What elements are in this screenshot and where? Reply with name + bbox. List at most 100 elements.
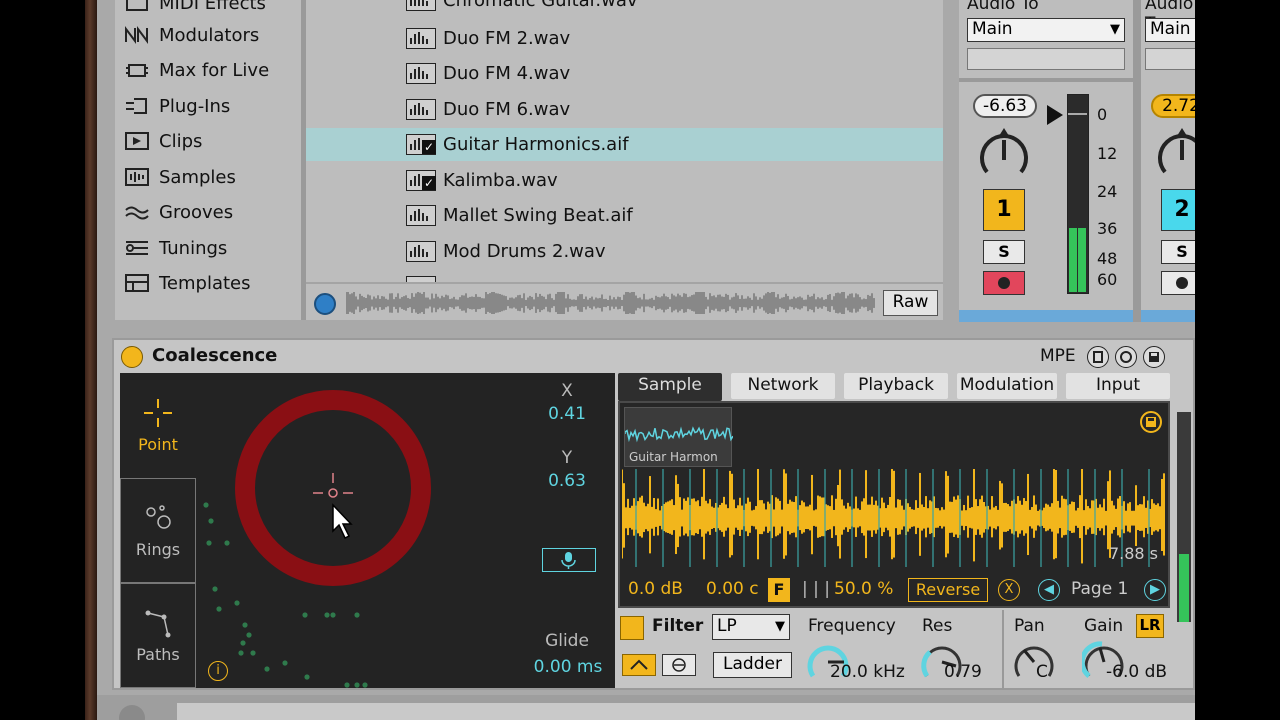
- sample-percent[interactable]: 50.0 %: [834, 579, 893, 599]
- tab-network[interactable]: Network: [731, 373, 835, 399]
- ladder-button[interactable]: Ladder: [713, 652, 792, 678]
- mode-tab-paths[interactable]: Paths: [120, 583, 196, 688]
- y-value[interactable]: 0.63: [540, 471, 594, 491]
- tab-modulation[interactable]: Modulation: [957, 373, 1057, 399]
- preview-waveform[interactable]: [346, 292, 876, 314]
- audio-to-channel-1[interactable]: [967, 48, 1125, 70]
- track-2-solo-button[interactable]: S: [1161, 240, 1195, 264]
- file-row[interactable]: Mod Drums 2.wav: [306, 235, 943, 268]
- sidebar-item-clips[interactable]: Clips: [123, 126, 202, 156]
- status-icon[interactable]: [119, 705, 145, 720]
- tab-input[interactable]: Input: [1066, 373, 1170, 399]
- sidebar-item-plug-ins[interactable]: Plug-Ins: [123, 91, 230, 121]
- sample-controls: 0.0 dB 0.00 c F | | | 50.0 % Reverse X ◀…: [620, 575, 1168, 607]
- bars-icon: | | |: [802, 579, 830, 599]
- sidebar-item-templates[interactable]: Templates: [123, 268, 251, 298]
- file-row[interactable]: Duo FM 2.wav: [306, 22, 943, 55]
- sidebar-item-samples[interactable]: Samples: [123, 162, 236, 192]
- xy-pad[interactable]: [197, 373, 527, 688]
- sample-waveform[interactable]: [622, 469, 1166, 567]
- x-value[interactable]: 0.41: [540, 404, 594, 424]
- file-row[interactable]: Chromatic Guitar.wav: [306, 0, 943, 17]
- track-1-arm-button[interactable]: [983, 271, 1025, 295]
- save-preset-icon[interactable]: [1143, 346, 1165, 368]
- mode-tab-point[interactable]: Point: [120, 373, 196, 478]
- tab-bar: Sample Network Playback Modulation Input: [618, 373, 1170, 401]
- file-row[interactable]: Duo FM 6.wav: [306, 93, 943, 126]
- ableton-live-window: MIDI Effects Modulators Max for Live Plu…: [97, 0, 1195, 720]
- sidebar-item-grooves[interactable]: Grooves: [123, 197, 233, 227]
- samples-icon: [123, 166, 151, 188]
- mode-label: Point: [138, 435, 178, 454]
- sample-thumbnail[interactable]: Guitar Harmon: [624, 407, 733, 467]
- section-divider: [1002, 610, 1004, 690]
- file-row[interactable]: ✓ Kalimba.wav: [306, 164, 943, 197]
- filter-circuit-button[interactable]: [662, 654, 696, 676]
- file-row[interactable]: Mallet Swing Beat.aif: [306, 199, 943, 232]
- file-row-partial[interactable]: [306, 270, 943, 282]
- track-1-volume-arrow-icon: [1047, 105, 1063, 125]
- device-title: Coalescence: [152, 345, 278, 366]
- filter-shape-peak-button[interactable]: [622, 654, 656, 676]
- tunings-icon: [123, 237, 151, 259]
- track-1-color-strip: [959, 310, 1133, 322]
- page-prev-icon[interactable]: ◀: [1038, 579, 1060, 601]
- mpe-settings-icon[interactable]: [1087, 346, 1109, 368]
- filter-type-select[interactable]: LP ▼: [712, 614, 790, 640]
- db-tick: 0: [1097, 105, 1108, 124]
- audio-to-channel-2[interactable]: [1145, 48, 1195, 70]
- glide-value[interactable]: 0.00 ms: [528, 657, 608, 677]
- mouse-pointer-icon: [332, 503, 353, 540]
- pan-label: Pan: [1014, 616, 1045, 636]
- raw-button[interactable]: Raw: [883, 290, 938, 316]
- midi-effects-icon: [123, 0, 151, 14]
- mixer: Audio To Main ▼ -6.63 1 S 0 12 24 36 48 60 Au…: [959, 0, 1195, 322]
- reverse-button[interactable]: Reverse: [908, 578, 988, 602]
- mode-tab-rings[interactable]: Rings: [120, 478, 196, 583]
- track-2-arm-button[interactable]: [1161, 271, 1195, 295]
- page-next-icon[interactable]: ▶: [1144, 579, 1166, 601]
- sidebar-item-label: Plug-Ins: [159, 95, 231, 117]
- file-row[interactable]: ✓ Guitar Harmonics.aif: [306, 128, 943, 161]
- sample-gain[interactable]: 0.0 dB: [628, 579, 683, 599]
- track-1-pan-knob[interactable]: [977, 126, 1031, 184]
- lr-button[interactable]: LR: [1136, 614, 1164, 638]
- target-ring: [235, 390, 431, 586]
- track-1-solo-button[interactable]: S: [983, 240, 1025, 264]
- track-1-activator[interactable]: 1: [983, 189, 1025, 231]
- pan-value: C: [1036, 662, 1048, 682]
- save-sample-icon[interactable]: [1140, 411, 1162, 433]
- sidebar-item-max-for-live[interactable]: Max for Live: [123, 55, 269, 85]
- info-icon[interactable]: i: [208, 661, 228, 681]
- tab-playback[interactable]: Playback: [844, 373, 948, 399]
- microphone-button[interactable]: [542, 548, 596, 572]
- sidebar-item-midi-effects[interactable]: MIDI Effects: [123, 0, 266, 18]
- grooves-icon: [123, 201, 151, 223]
- audio-to-select-2[interactable]: Main: [1145, 18, 1195, 42]
- db-tick: 12: [1097, 144, 1118, 163]
- sidebar-item-tunings[interactable]: Tunings: [123, 233, 227, 263]
- audio-to-label: Audio To: [967, 0, 1039, 14]
- hot-swap-icon[interactable]: [1115, 346, 1137, 368]
- device-power-button[interactable]: [121, 346, 143, 368]
- window-edge: [85, 0, 97, 720]
- track-2-activator[interactable]: 2: [1161, 189, 1195, 231]
- file-row[interactable]: Duo FM 4.wav: [306, 57, 943, 90]
- filter-toggle[interactable]: [620, 616, 644, 640]
- track-2-pan-knob[interactable]: [1155, 126, 1195, 184]
- track-2-volume[interactable]: 2.72: [1151, 94, 1195, 118]
- audio-file-icon: [406, 99, 436, 120]
- output-meter: [1177, 412, 1191, 622]
- f-button[interactable]: F: [768, 578, 790, 602]
- track-1-volume[interactable]: -6.63: [973, 94, 1037, 118]
- audio-to-select-1[interactable]: Main ▼: [967, 18, 1125, 42]
- pan-knob[interactable]: [1012, 640, 1056, 684]
- templates-icon: [123, 272, 151, 294]
- clear-icon[interactable]: X: [998, 579, 1020, 601]
- tab-sample[interactable]: Sample: [618, 373, 722, 401]
- file-name: Duo FM 2.wav: [443, 28, 571, 49]
- headphone-preview-icon[interactable]: [314, 293, 336, 315]
- sample-detune[interactable]: 0.00 c: [706, 579, 759, 599]
- sample-panel: Guitar Harmon 7.88 s 0.0 dB 0.00 c F | |…: [618, 401, 1170, 608]
- sidebar-item-modulators[interactable]: Modulators: [123, 20, 259, 50]
